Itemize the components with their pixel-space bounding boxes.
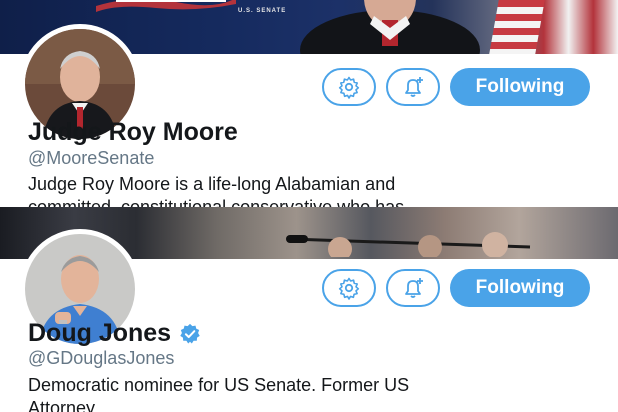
profile-actions: Following bbox=[322, 68, 590, 106]
bell-plus-icon bbox=[405, 77, 423, 97]
bio-line: committed, constitutional conservative w… bbox=[28, 197, 405, 207]
notifications-button[interactable] bbox=[386, 68, 440, 106]
profile-bio: Democratic nominee for US Senate. Former… bbox=[28, 374, 608, 412]
gear-icon bbox=[338, 76, 360, 99]
profile-actions: Following bbox=[322, 269, 590, 307]
settings-button[interactable] bbox=[322, 269, 376, 307]
profile-card-jones: Following Doug Jones @GDouglasJones Demo… bbox=[0, 207, 618, 412]
display-name-text: Doug Jones bbox=[28, 319, 172, 347]
display-name: Judge Roy Moore bbox=[28, 118, 238, 147]
bio-line: Judge Roy Moore is a life-long Alabamian… bbox=[28, 174, 396, 194]
profile-card-moore: U.S. SENATE Following Judge Roy Moore @M… bbox=[0, 0, 618, 207]
profile-bio: Judge Roy Moore is a life-long Alabamian… bbox=[28, 173, 608, 207]
settings-button[interactable] bbox=[322, 68, 376, 106]
banner-photo bbox=[286, 232, 531, 257]
notifications-button[interactable] bbox=[386, 269, 440, 307]
gear-icon bbox=[338, 277, 360, 300]
bio-line: Attorney. bbox=[28, 398, 99, 412]
following-button[interactable]: Following bbox=[450, 269, 590, 307]
banner-subtitle: U.S. SENATE bbox=[238, 8, 287, 14]
verified-badge-icon bbox=[180, 323, 200, 344]
banner-flag bbox=[489, 0, 545, 54]
username-handle: @MooreSenate bbox=[28, 148, 155, 168]
display-name-text: Judge Roy Moore bbox=[28, 118, 238, 146]
bell-plus-icon bbox=[405, 278, 423, 298]
following-button[interactable]: Following bbox=[450, 68, 590, 106]
banner-photo bbox=[300, 0, 480, 54]
display-name: Doug Jones bbox=[28, 319, 201, 348]
banner-logo bbox=[96, 0, 236, 12]
bio-line: Democratic nominee for US Senate. Former… bbox=[28, 375, 410, 395]
username-handle: @GDouglasJones bbox=[28, 348, 175, 368]
